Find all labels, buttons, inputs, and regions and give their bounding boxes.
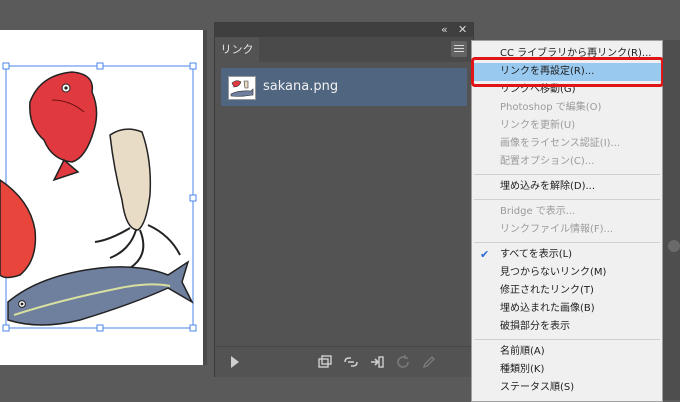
link-file-name: sakana.png (263, 79, 339, 94)
menu-item-show-missing[interactable]: 見つからないリンク(M) (472, 264, 662, 282)
selection-handle (96, 324, 104, 332)
edit-original-icon[interactable] (421, 354, 437, 370)
links-panel: « ✕ リンク sakana.png (214, 22, 474, 377)
panel-menu-icon[interactable] (451, 41, 467, 57)
tab-links[interactable]: リンク (215, 37, 259, 62)
panel-flyout-menu: CC ライブラリから再リンク(R)... リンクを再設定(R)... リンクへ移… (471, 40, 663, 402)
menu-item-unembed[interactable]: 埋め込みを解除(D)... (472, 178, 662, 196)
link-thumbnail (228, 76, 256, 100)
selection-handle (96, 62, 104, 70)
update-link-icon[interactable] (395, 354, 411, 370)
close-icon[interactable]: ✕ (458, 23, 467, 37)
dock-scroll-knob[interactable] (668, 240, 680, 252)
right-dock-edge (663, 40, 680, 400)
menu-item-update-link[interactable]: リンクを更新(U) (472, 117, 662, 135)
menu-item-license-image[interactable]: 画像をライセンス認証(I)... (472, 135, 662, 153)
selection-handle (2, 324, 10, 332)
selection-handle (189, 62, 197, 70)
relink-icon[interactable] (343, 354, 359, 370)
selection-handle (2, 62, 10, 70)
link-list-item[interactable]: sakana.png (221, 68, 467, 106)
menu-item-sort-by-status[interactable]: ステータス順(S) (472, 379, 662, 397)
menu-item-show-modified[interactable]: 修正されたリンク(T) (472, 282, 662, 300)
panel-tab-row: リンク (215, 37, 473, 62)
menu-item-show-embedded[interactable]: 埋め込まれた画像(B) (472, 300, 662, 318)
go-to-link-icon[interactable] (369, 354, 385, 370)
fish-illustration[interactable] (0, 30, 210, 365)
collapse-icon[interactable]: « (441, 23, 448, 37)
menu-item-show-in-bridge[interactable]: Bridge で表示... (472, 203, 662, 221)
menu-item-show-all[interactable]: ✔ すべてを表示(L) (472, 246, 662, 264)
menu-separator (474, 174, 660, 175)
menu-separator (474, 242, 660, 243)
squid (94, 128, 181, 269)
callout-highlight-box (471, 57, 664, 87)
menu-item-link-file-info[interactable]: リンクファイル情報(F)... (472, 221, 662, 239)
menu-item-sort-by-name[interactable]: 名前順(A) (472, 343, 662, 361)
menu-separator (474, 339, 660, 340)
panel-title-bar: « ✕ (215, 23, 473, 37)
menu-item-label: すべてを表示(L) (500, 249, 573, 260)
menu-item-edit-in-photoshop[interactable]: Photoshop で編集(O) (472, 99, 662, 117)
relink-from-library-icon[interactable] (317, 354, 333, 370)
mackerel (7, 260, 194, 326)
selection-handle (189, 324, 197, 332)
selection-handle (189, 194, 197, 202)
red-sea-bream (29, 71, 98, 182)
menu-item-placement-options[interactable]: 配置オプション(C)... (472, 153, 662, 171)
menu-item-show-broken[interactable]: 破損部分を表示 (472, 318, 662, 336)
panel-footer-toolbar (215, 346, 473, 377)
menu-separator (474, 199, 660, 200)
play-triangle-icon[interactable] (227, 354, 243, 370)
menu-item-sort-by-kind[interactable]: 種類別(K) (472, 361, 662, 379)
checkmark-icon: ✔ (480, 248, 490, 261)
shrimp (0, 179, 37, 279)
